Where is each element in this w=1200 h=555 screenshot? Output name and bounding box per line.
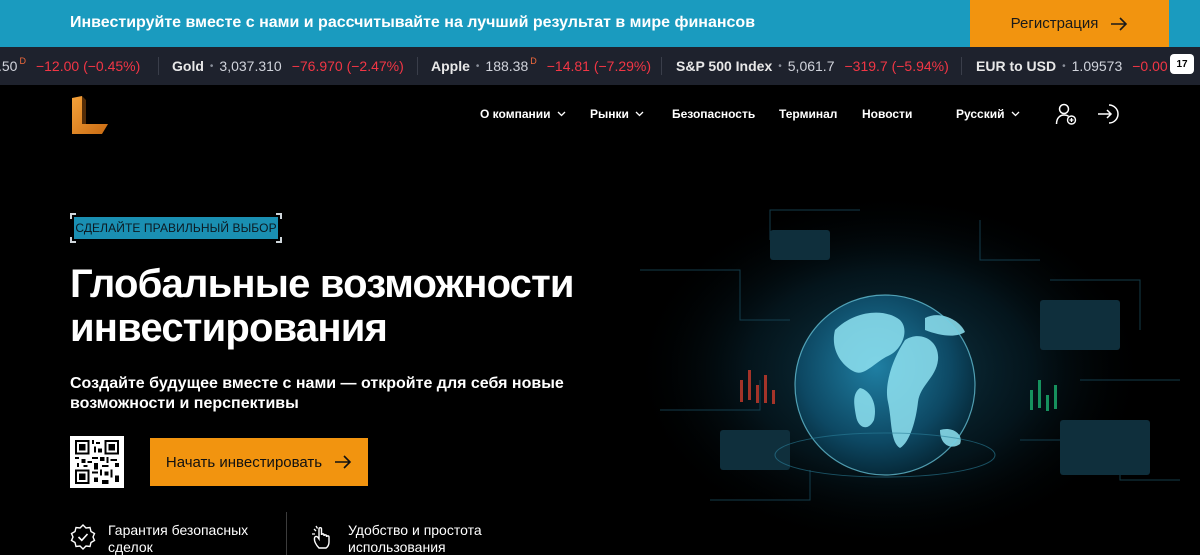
- nav-security-label: Безопасность: [672, 107, 756, 121]
- language-label: Русский: [956, 107, 1005, 121]
- ticker-item[interactable]: .50 D −12.00 (−0.45%): [0, 47, 140, 85]
- nav-terminal-label: Терминал: [779, 107, 838, 121]
- ticker-dot: •: [475, 60, 480, 72]
- chevron-down-icon: [557, 111, 565, 117]
- ticker-dot: •: [209, 60, 214, 72]
- feature-text: Гарантия безопасных сделок: [108, 522, 249, 555]
- brand-logo[interactable]: [72, 96, 108, 134]
- ticker-dot: •: [1062, 60, 1066, 72]
- ticker-change: −0.00: [1132, 58, 1168, 74]
- start-investing-label: Начать инвестировать: [165, 453, 323, 471]
- nav-markets-label: Рынки: [590, 107, 629, 121]
- chevron-down-icon: [635, 111, 644, 117]
- feature-divider: [286, 512, 287, 555]
- hero-badge-label: СДЕЛАЙТЕ ПРАВИЛЬНЫЙ ВЫБОР: [74, 217, 278, 239]
- ticker-price: 5,061.7: [787, 58, 835, 74]
- ticker-divider: [158, 57, 159, 75]
- ticker-name: Apple: [431, 58, 470, 74]
- feature-text: Удобство и простота использования: [348, 522, 482, 555]
- login-icon[interactable]: [1097, 103, 1119, 125]
- ticker-price: 3,037.310: [219, 58, 282, 74]
- arrow-right-icon: [1111, 16, 1128, 31]
- ticker-price: 188.38: [485, 58, 529, 74]
- nav-terminal[interactable]: Терминал: [779, 107, 837, 121]
- ticker-divider: [661, 57, 662, 75]
- tradingview-logo[interactable]: 17: [1170, 54, 1194, 74]
- ticker-price: 1.09573: [1071, 58, 1123, 74]
- ticker-name: EUR to USD: [976, 58, 1057, 74]
- ticker-price: .50: [0, 58, 18, 74]
- qr-code-icon: [75, 440, 119, 484]
- nav-about[interactable]: О компании: [480, 107, 566, 121]
- register-button[interactable]: Регистрация: [970, 0, 1169, 47]
- register-button-label: Регистрация: [1010, 15, 1099, 32]
- hero-subtitle: Создайте будущее вместе с нами — откройт…: [70, 375, 564, 412]
- feature-ease-of-use: Удобство и простота использования: [310, 522, 508, 555]
- ticker-change: −14.81 (−7.29%): [546, 58, 652, 74]
- ticker-delay-mark: D: [19, 56, 26, 66]
- ticker-dot: •: [778, 60, 782, 72]
- pointer-hand-icon: [312, 525, 330, 549]
- promo-bar-edge: [1169, 0, 1200, 47]
- ticker-tape[interactable]: .50 D −12.00 (−0.45%) Gold • 3,037.310 −…: [0, 47, 1200, 85]
- hero-badge: СДЕЛАЙТЕ ПРАВИЛЬНЫЙ ВЫБОР: [70, 213, 282, 243]
- promo-text: Инвестируйте вместе с нами и рассчитывай…: [70, 14, 756, 31]
- qr-code[interactable]: [70, 436, 124, 488]
- ticker-delay-mark: D: [530, 56, 537, 66]
- feature-safe-deals: Гарантия безопасных сделок: [70, 522, 268, 555]
- globe-illustration: [620, 180, 1200, 555]
- nav-news-label: Новости: [862, 107, 913, 121]
- nav-about-label: О компании: [480, 107, 551, 121]
- nav-security[interactable]: Безопасность: [672, 107, 755, 121]
- ticker-item[interactable]: Apple • 188.38 D −14.81 (−7.29%): [431, 47, 651, 85]
- nav-markets[interactable]: Рынки: [590, 107, 644, 121]
- user-add-icon[interactable]: [1055, 103, 1077, 125]
- language-selector[interactable]: Русский: [956, 107, 1020, 121]
- ticker-item[interactable]: Gold • 3,037.310 −76.970 (−2.47%): [172, 47, 404, 85]
- start-investing-button[interactable]: Начать инвестировать: [150, 438, 368, 486]
- ticker-item[interactable]: S&P 500 Index • 5,061.7 −319.7 (−5.94%): [676, 47, 949, 85]
- ticker-change: −12.00 (−0.45%): [35, 58, 141, 74]
- ticker-divider: [961, 57, 962, 75]
- hero-title: Глобальные возможности инвестирования: [70, 262, 575, 350]
- nav-news[interactable]: Новости: [862, 107, 912, 121]
- shield-check-icon: [70, 524, 96, 550]
- ticker-item[interactable]: EUR to USD • 1.09573 −0.00: [976, 47, 1168, 85]
- ticker-name: Gold: [172, 58, 204, 74]
- ticker-change: −76.970 (−2.47%): [291, 58, 404, 74]
- arrow-right-icon: [335, 455, 352, 469]
- ticker-name: S&P 500 Index: [676, 58, 773, 74]
- ticker-change: −319.7 (−5.94%): [844, 58, 949, 74]
- ticker-divider: [417, 57, 418, 75]
- chevron-down-icon: [1011, 111, 1019, 117]
